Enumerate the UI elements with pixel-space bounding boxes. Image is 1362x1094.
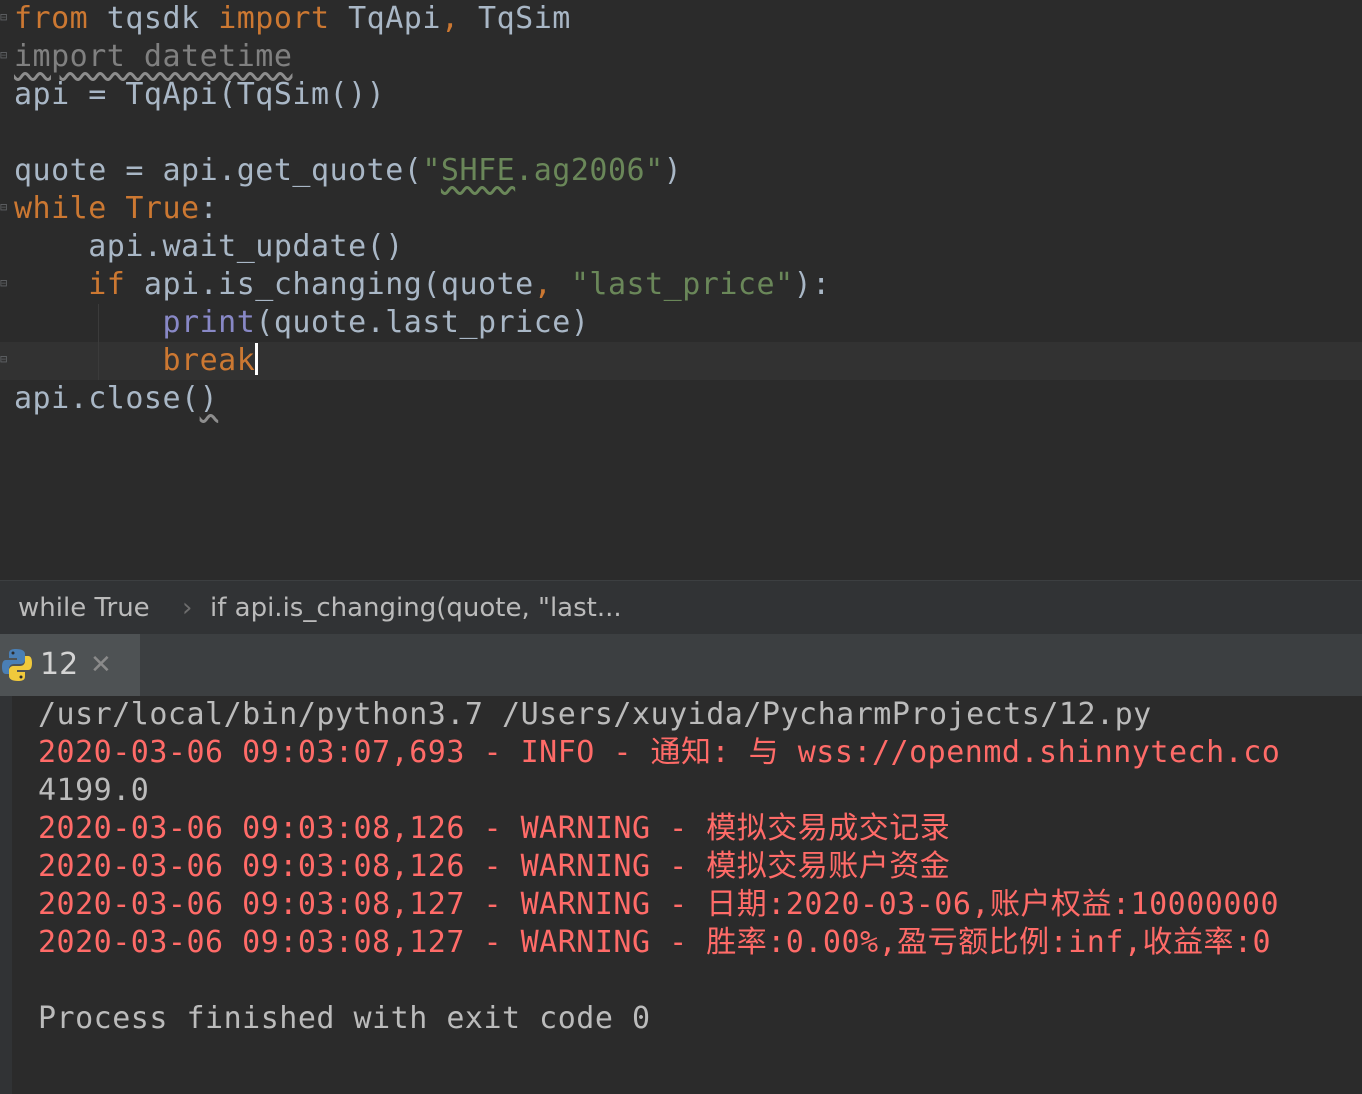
code-line-9[interactable]: print(quote.last_price) (14, 304, 589, 342)
close-icon[interactable]: ✕ (90, 634, 112, 696)
keyword: from (14, 1, 89, 36)
console-line-output: 4199.0 (38, 773, 150, 808)
code-line-11[interactable]: api.close() (14, 380, 218, 418)
console-line-exit: Process finished with exit code 0 (38, 1001, 651, 1036)
console-line-log: 2020-03-06 09:03:08,126 - WARNING - 模拟交易… (38, 849, 951, 884)
run-tab-12[interactable]: 12 ✕ (0, 634, 140, 696)
keyword: while (14, 191, 107, 226)
keyword: break (162, 343, 256, 378)
breadcrumb: while True › if api.is_changing(quote, "… (0, 580, 1362, 635)
string-quote: " (422, 153, 441, 188)
code-line-6[interactable]: while True: (14, 190, 218, 228)
code-text: tqsdk (88, 1, 219, 36)
console-line-log: 2020-03-06 09:03:08,127 - WARNING - 胜率:0… (38, 925, 1272, 960)
keyword: if (88, 267, 126, 302)
punctuation: , (440, 1, 460, 36)
tab-label: 12 (40, 647, 79, 682)
code-text: quote = api.get_quote( (14, 153, 423, 188)
fold-icon[interactable]: ⊟ (0, 10, 10, 24)
run-tab-bar: 12 ✕ (0, 634, 1362, 696)
code-text: : (199, 191, 219, 226)
code-text: (quote.last_price) (255, 305, 590, 340)
keyword: True (106, 191, 200, 226)
string-literal: "last_price" (570, 267, 794, 302)
console-line-log: 2020-03-06 09:03:07,693 - INFO - 通知: 与 w… (38, 735, 1281, 770)
code-editor[interactable]: ⊟ ⊟ ⊟ ⊟ ⊟ from tqsdk import TqApi, TqSim… (0, 0, 1362, 580)
code-line-1[interactable]: from tqsdk import TqApi, TqSim (14, 0, 571, 38)
text-caret (255, 343, 259, 375)
string-literal: .ag2006 (515, 153, 646, 188)
code-text: api.wait_update() (14, 229, 404, 264)
code-text: TqSim (459, 1, 571, 36)
code-text: ) (199, 381, 219, 416)
breadcrumb-item-if[interactable]: if api.is_changing(quote, "last... (210, 581, 622, 635)
string-literal: SHFE (440, 153, 516, 188)
code-text: ) (663, 153, 683, 188)
run-console[interactable]: /usr/local/bin/python3.7 /Users/xuyida/P… (0, 696, 1362, 1094)
builtin-function: print (162, 305, 256, 340)
code-line-7[interactable]: api.wait_update() (14, 228, 404, 266)
breadcrumb-separator-icon: › (182, 593, 193, 623)
console-gutter (0, 696, 12, 1094)
console-line-log: 2020-03-06 09:03:08,127 - WARNING - 日期:2… (38, 887, 1280, 922)
console-line-log: 2020-03-06 09:03:08,126 - WARNING - 模拟交易… (38, 811, 951, 846)
console-line-command: /usr/local/bin/python3.7 /Users/xuyida/P… (38, 697, 1152, 732)
code-text: api.is_changing(quote (125, 267, 534, 302)
code-text: TqApi (329, 1, 441, 36)
python-icon (2, 649, 32, 681)
code-line-5[interactable]: quote = api.get_quote("SHFE.ag2006") (14, 152, 682, 190)
unused-import: import datetime (14, 39, 293, 74)
punctuation: , (533, 267, 553, 302)
breadcrumb-item-while[interactable]: while True (18, 581, 150, 635)
fold-end-icon[interactable]: ⊟ (0, 352, 10, 366)
code-text: api = TqApi(TqSim()) (14, 77, 386, 112)
string-quote: " (645, 153, 664, 188)
code-text: ): (793, 267, 831, 302)
fold-icon[interactable]: ⊟ (0, 200, 10, 214)
fold-end-icon[interactable]: ⊟ (0, 48, 10, 62)
fold-icon[interactable]: ⊟ (0, 276, 10, 290)
code-line-3[interactable]: api = TqApi(TqSim()) (14, 76, 385, 114)
code-line-2[interactable]: import datetime (14, 38, 292, 76)
code-line-10[interactable]: break (14, 342, 259, 380)
keyword: import (218, 1, 330, 36)
code-line-8[interactable]: if api.is_changing(quote, "last_price"): (14, 266, 831, 304)
code-text: api.close( (14, 381, 200, 416)
